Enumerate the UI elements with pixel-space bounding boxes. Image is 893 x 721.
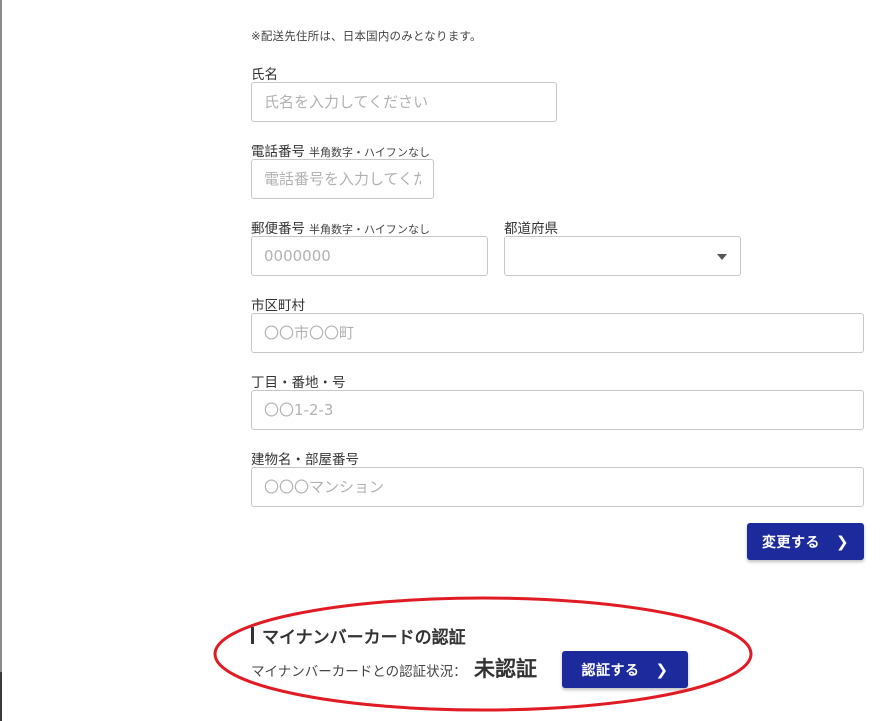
phone-label-text: 電話番号 xyxy=(251,144,305,160)
postal-label-text: 郵便番号 xyxy=(251,221,305,237)
window-left-edge xyxy=(0,0,2,721)
chevron-right-icon: ❯ xyxy=(835,532,850,551)
caret-down-icon xyxy=(717,254,727,260)
prefecture-label: 都道府県 xyxy=(504,217,558,237)
window-left-edge-lower xyxy=(0,672,2,721)
building-input[interactable] xyxy=(251,467,864,507)
mynumber-status-value: 未認証 xyxy=(474,657,537,681)
city-label: 市区町村 xyxy=(251,294,305,314)
name-label-text: 氏名 xyxy=(251,67,278,83)
section-heading-bar xyxy=(251,627,254,644)
phone-sublabel: 半角数字・ハイフンなし xyxy=(309,146,430,159)
name-input[interactable] xyxy=(251,82,557,122)
mynumber-status-label: マイナンバーカードとの認証状況： xyxy=(251,664,467,680)
street-address-input[interactable] xyxy=(251,390,864,430)
city-input[interactable] xyxy=(251,313,864,353)
phone-input[interactable] xyxy=(251,159,434,199)
submit-change-label: 変更する xyxy=(761,534,820,551)
street-label: 丁目・番地・号 xyxy=(251,371,346,391)
postal-label: 郵便番号 半角数字・ハイフンなし xyxy=(251,217,430,237)
mynumber-verify-label: 認証する xyxy=(581,662,640,679)
street-label-text: 丁目・番地・号 xyxy=(251,375,346,391)
phone-label: 電話番号 半角数字・ハイフンなし xyxy=(251,140,430,160)
mynumber-verify-button[interactable]: 認証する ❯ xyxy=(562,651,688,688)
name-label: 氏名 xyxy=(251,63,278,83)
submit-change-button[interactable]: 変更する ❯ xyxy=(747,523,864,560)
city-label-text: 市区町村 xyxy=(251,298,305,314)
prefecture-label-text: 都道府県 xyxy=(504,221,558,237)
mynumber-section-title: マイナンバーカードの認証 xyxy=(262,628,466,648)
chevron-right-icon: ❯ xyxy=(655,660,669,679)
building-label: 建物名・部屋番号 xyxy=(251,448,359,468)
prefecture-select[interactable] xyxy=(504,236,741,276)
shipping-note: ※配送先住所は、日本国内のみとなります。 xyxy=(251,29,482,43)
building-label-text: 建物名・部屋番号 xyxy=(251,452,359,468)
postal-code-input[interactable] xyxy=(251,236,488,276)
postal-sublabel: 半角数字・ハイフンなし xyxy=(309,223,430,236)
